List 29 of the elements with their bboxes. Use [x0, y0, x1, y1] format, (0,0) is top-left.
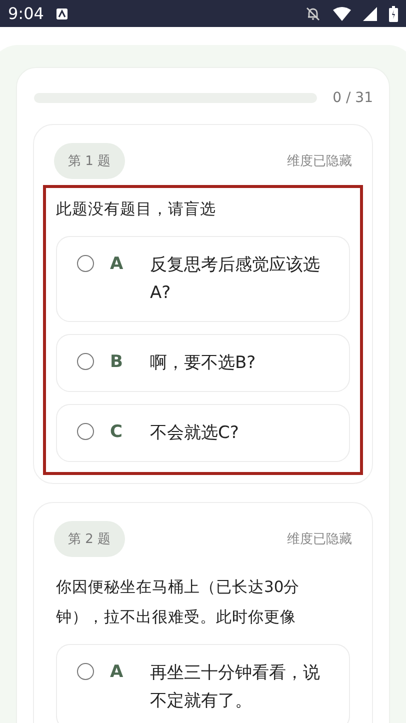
option-text: 啊，要不选B?	[150, 352, 257, 375]
muted-bell-icon	[305, 6, 321, 22]
progress-count: 0 / 31	[332, 90, 373, 106]
question-text: 此题没有题目，请盲选	[56, 199, 217, 220]
option-letter: C	[110, 421, 124, 444]
answer-option[interactable]: C 不会就选C?	[56, 404, 350, 462]
clock: 9:04	[8, 4, 44, 23]
option-letter: A	[110, 661, 124, 684]
option-letter: B	[110, 351, 124, 374]
dimension-label: 维度已隐藏	[287, 531, 352, 548]
radio-button[interactable]	[77, 353, 94, 370]
question-text: 你因便秘坐在马桶上（已长达30分钟），拉不出很难受。此时你更像	[56, 577, 301, 628]
notification-icon	[56, 8, 68, 20]
option-text: 不会就选C?	[150, 422, 240, 445]
radio-button[interactable]	[77, 423, 94, 440]
dimension-label: 维度已隐藏	[287, 153, 352, 170]
answer-option[interactable]: B 啊，要不选B?	[56, 334, 350, 392]
answer-option[interactable]: A 再坐三十分钟看看，说不定就有了。	[56, 644, 350, 723]
answer-option[interactable]: A 反复思考后感觉应该选A?	[56, 236, 350, 322]
option-text: 再坐三十分钟看看，说不定就有了。	[150, 662, 321, 713]
radio-button[interactable]	[77, 255, 94, 272]
question-number: 第 2 题	[54, 521, 125, 557]
question-number: 第 1 题	[54, 143, 125, 179]
wifi-icon	[333, 6, 351, 20]
option-letter: A	[110, 253, 124, 276]
option-text: 反复思考后感觉应该选A?	[150, 254, 321, 305]
signal-icon	[363, 6, 377, 20]
radio-button[interactable]	[77, 663, 94, 680]
battery-icon	[389, 6, 398, 22]
